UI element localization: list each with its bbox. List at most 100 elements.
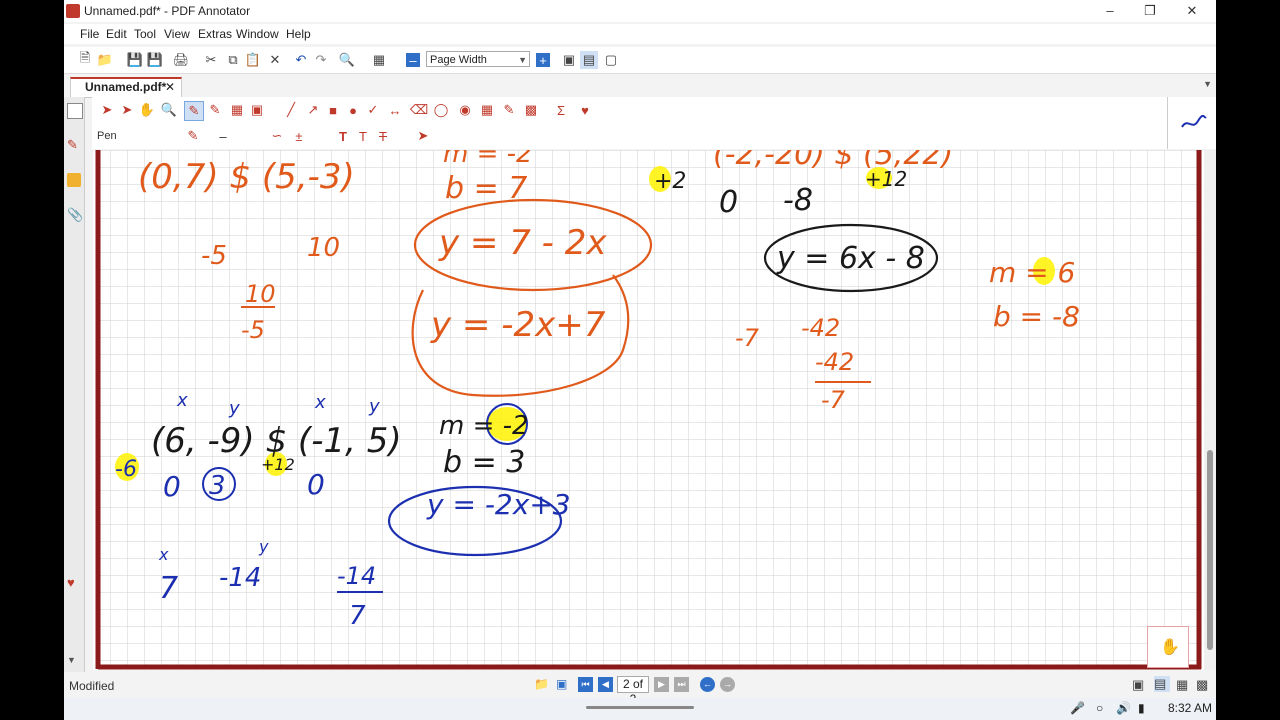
text-italic-icon[interactable]: T — [354, 127, 372, 145]
hand-icon[interactable]: ✋ — [138, 101, 156, 119]
checkmark-icon[interactable]: ✓ — [364, 101, 382, 119]
history-back-icon[interactable]: ← — [700, 677, 715, 692]
menu-extras[interactable]: Extras — [198, 27, 232, 41]
ellipse-icon[interactable]: ● — [344, 101, 362, 119]
tab-list-chevron-icon[interactable]: ▼ — [1203, 79, 1212, 89]
vertical-scrollbar[interactable] — [1204, 150, 1216, 670]
history-forward-icon[interactable]: → — [720, 677, 735, 692]
fullscreen-icon[interactable]: ▢ — [602, 51, 620, 69]
zoom-out-icon[interactable]: – — [406, 53, 420, 68]
document-page[interactable]: (0,7) $ (5,-3) m = -2 b = 7 -5 10 10 -5 … — [93, 150, 1214, 670]
scrollbar-thumb[interactable] — [1207, 450, 1213, 650]
stamp-icon[interactable]: ▣ — [248, 101, 266, 119]
page-indicator[interactable]: 2 of 2 — [617, 676, 649, 706]
bookmark-icon[interactable]: ▣ — [556, 677, 571, 692]
lasso-icon[interactable]: ◯ — [432, 101, 450, 119]
grid-view-icon[interactable]: ▩ — [1196, 677, 1208, 693]
folder-sidebar-icon[interactable] — [67, 173, 81, 187]
measure-icon[interactable]: ↔ — [386, 101, 404, 119]
touch-mode-button[interactable]: ✋ — [1147, 626, 1189, 668]
select-text-icon[interactable]: ➤ — [118, 101, 136, 119]
redo-icon[interactable]: ↷ — [312, 51, 330, 69]
pen-color-icon[interactable]: ✎ — [184, 127, 202, 145]
eraser-icon[interactable]: ⌫ — [410, 101, 428, 119]
menu-window[interactable]: Window — [236, 27, 279, 41]
previous-page-icon[interactable]: ◀ — [598, 677, 613, 692]
page-canvas[interactable]: (0,7) $ (5,-3) m = -2 b = 7 -5 10 10 -5 … — [93, 150, 1214, 670]
attachment-icon[interactable]: 📎 — [67, 207, 83, 222]
text-box-icon[interactable]: ▦ — [228, 101, 246, 119]
pen-sidebar-icon[interactable]: ✎ — [67, 137, 81, 152]
copy-icon[interactable]: ⧉ — [224, 51, 242, 69]
new-document-icon[interactable]: 🗎 — [76, 50, 94, 69]
paste-icon[interactable]: 📋 — [244, 51, 262, 69]
first-page-icon[interactable]: ⏮ — [578, 677, 593, 692]
find-icon[interactable]: 🔍 — [338, 51, 356, 69]
microphone-icon[interactable]: 🎤 — [1070, 701, 1085, 715]
pin-icon[interactable]: ➤ — [414, 127, 432, 145]
delete-icon[interactable]: ✕ — [266, 51, 284, 69]
ink-text: x — [314, 392, 326, 413]
pen-preview — [1167, 97, 1216, 149]
ink-text: x — [176, 390, 188, 411]
save-icon[interactable]: 💾 — [126, 51, 144, 69]
zoom-in-icon[interactable]: + — [536, 53, 550, 68]
continuous-page-icon[interactable]: ▤ — [580, 51, 598, 69]
rectangle-icon[interactable]: ■ — [324, 101, 342, 119]
tab-close-icon[interactable]: ✕ — [165, 79, 175, 96]
crop-icon[interactable]: ▦ — [478, 101, 496, 119]
ink-text: y = -2x+3 — [426, 488, 571, 521]
close-button[interactable]: ✕ — [1172, 2, 1212, 20]
menu-view[interactable]: View — [164, 27, 190, 41]
straighten-icon[interactable]: ± — [290, 127, 308, 145]
ink-text: -14 — [219, 563, 261, 593]
strikethrough-icon[interactable]: T — [374, 127, 392, 145]
magnify-icon[interactable]: 🔍 — [160, 101, 178, 119]
page-layout-icon[interactable]: ▦ — [370, 51, 388, 69]
favorites-heart-icon[interactable]: ♥ — [67, 575, 81, 590]
last-page-icon[interactable]: ⏭ — [674, 677, 689, 692]
battery-icon[interactable]: ▮ — [1138, 701, 1145, 715]
select-arrow-icon[interactable]: ➤ — [98, 101, 116, 119]
pen-tool-icon[interactable]: ✎ — [184, 101, 204, 121]
favorites-heart-icon[interactable]: ♥ — [576, 101, 594, 119]
single-page-icon[interactable]: ▣ — [560, 51, 578, 69]
marker-icon[interactable]: ✎ — [500, 101, 518, 119]
page-thumbnail-icon[interactable] — [67, 103, 83, 119]
next-page-icon[interactable]: ▶ — [654, 677, 669, 692]
curve-icon[interactable]: ∽ — [268, 127, 286, 145]
tab-unnamed-pdf[interactable]: Unnamed.pdf* ✕ — [70, 77, 182, 97]
ink-text: +12 — [865, 167, 907, 191]
menu-edit[interactable]: Edit — [106, 27, 127, 41]
save-all-icon[interactable]: 💾 — [146, 51, 164, 69]
arrow-line-icon[interactable]: ↗ — [304, 101, 322, 119]
highlighter-tool-icon[interactable]: ✎ — [206, 101, 224, 119]
two-page-view-icon[interactable]: ▦ — [1176, 677, 1188, 693]
zoom-value: Page Width — [430, 54, 487, 66]
print-icon[interactable]: 🖨 — [172, 51, 190, 69]
menu-file[interactable]: File — [80, 27, 99, 41]
undo-icon[interactable]: ↶ — [292, 51, 310, 69]
sigma-icon[interactable]: Σ — [552, 101, 570, 119]
restore-button[interactable]: ❐ — [1130, 2, 1170, 20]
wifi-icon[interactable]: ○ — [1096, 701, 1103, 715]
single-page-view-icon[interactable]: ▣ — [1132, 677, 1144, 693]
line-style-icon[interactable]: – — [214, 127, 232, 145]
line-icon[interactable]: ╱ — [282, 101, 300, 119]
minimize-button[interactable]: – — [1090, 2, 1130, 20]
volume-icon[interactable]: 🔊 — [1116, 701, 1131, 715]
cut-icon[interactable]: ✂ — [202, 51, 220, 69]
camera-icon[interactable]: ◉ — [456, 101, 474, 119]
scroll-down-icon[interactable]: ▼ — [67, 655, 81, 669]
menu-help[interactable]: Help — [286, 27, 311, 41]
insert-image-icon[interactable]: ▩ — [522, 101, 540, 119]
text-style-icon[interactable]: T — [334, 127, 352, 145]
go-back-icon[interactable]: 📁 — [534, 677, 549, 692]
zoom-select[interactable]: Page Width ▼ — [426, 51, 530, 67]
continuous-view-icon[interactable]: ▤ — [1154, 676, 1170, 692]
menu-tool[interactable]: Tool — [134, 27, 156, 41]
clock[interactable]: 8:32 AM — [1168, 701, 1212, 715]
ink-text: y — [258, 537, 269, 556]
ink-text: (0,7) $ (5,-3) — [138, 157, 355, 197]
open-folder-icon[interactable]: 📁 — [96, 51, 114, 69]
